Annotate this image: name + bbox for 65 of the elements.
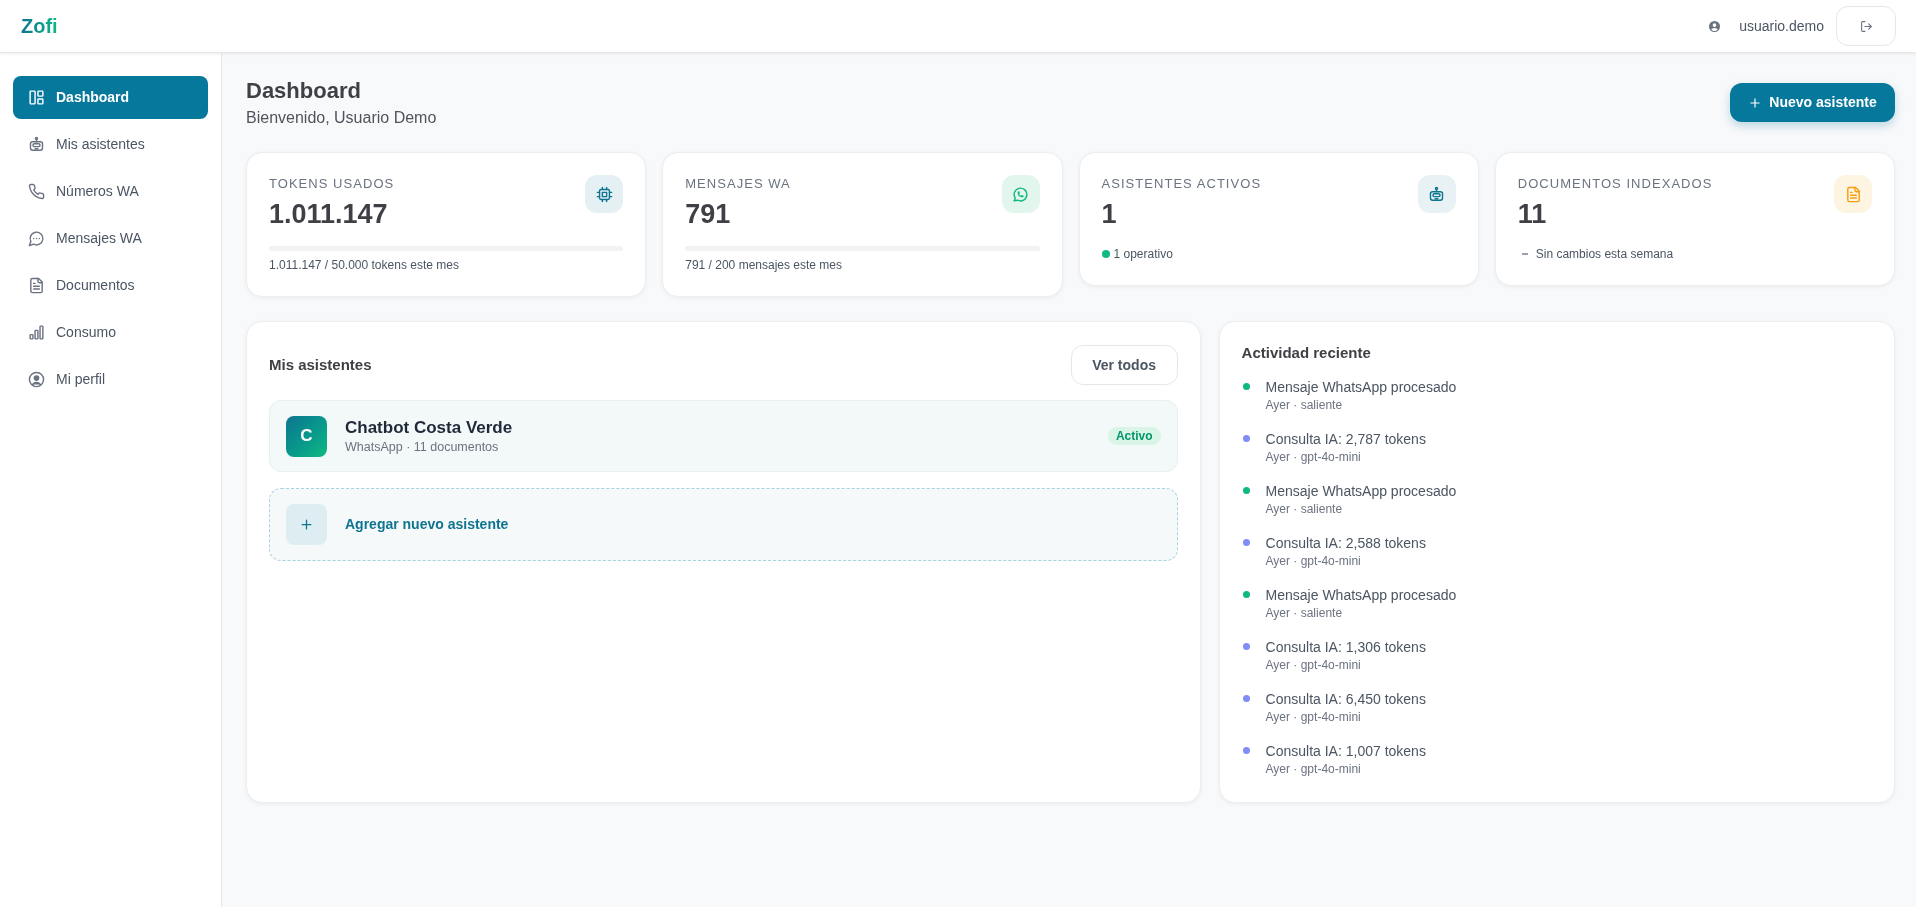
robot-icon (1417, 175, 1456, 213)
stat-label: MENSAJES WA (685, 175, 791, 193)
stat-value: 11 (1517, 198, 1547, 230)
stat-note: 791 / 200 mensajes este mes (685, 257, 843, 273)
assistant-meta: WhatsApp · 11 documentos (345, 438, 499, 456)
stat-note: 1.011.147 / 50.000 tokens este mes (269, 257, 460, 273)
activity-title: Consulta IA: 6,450 tokens (1265, 690, 1426, 708)
activity-meta: Ayer · gpt-4o-mini (1265, 761, 1361, 777)
stat-value: 1.011.147 (269, 198, 388, 230)
chat-phone-icon (1001, 175, 1040, 213)
chat-bubble-icon (28, 230, 45, 247)
activity-title: Consulta IA: 1,007 tokens (1265, 742, 1426, 760)
plus-icon (1748, 95, 1763, 110)
panel-title: Mis asistentes (269, 355, 372, 375)
chip-icon (585, 175, 624, 213)
stat-value: 1 (1101, 198, 1117, 230)
bar-chart-icon (28, 324, 45, 341)
assistant-card[interactable]: C Chatbot Costa Verde WhatsApp · 11 documentos Activo (269, 400, 1178, 472)
sidebar-item[interactable]: Mensajes WA (13, 217, 208, 260)
assistant-name: Chatbot Costa Verde (345, 416, 513, 439)
stat-label: ASISTENTES ACTIVOS (1101, 175, 1262, 193)
plus-icon (286, 504, 327, 545)
avatar: C (286, 415, 327, 457)
activity-title: Consulta IA: 1,306 tokens (1265, 638, 1426, 656)
stat-label: DOCUMENTOS INDEXADOS (1517, 175, 1713, 193)
activity-title: Consulta IA: 2,588 tokens (1265, 534, 1426, 552)
stat-label: TOKENS USADOS (269, 175, 395, 193)
sidebar-item[interactable]: Números WA (13, 170, 208, 213)
stat-note: 1 operativo (1113, 246, 1173, 262)
dash-icon (1521, 253, 1528, 255)
username: usuario.demo (1739, 17, 1824, 35)
user-icon (1709, 20, 1721, 32)
document-icon (28, 277, 45, 294)
layout-icon (28, 89, 45, 106)
activity-title: Mensaje WhatsApp procesado (1265, 482, 1457, 500)
activity-meta: Ayer · gpt-4o-mini (1265, 449, 1361, 465)
activity-meta: Ayer · saliente (1265, 501, 1343, 517)
sidebar-item[interactable]: Mis asistentes (13, 123, 208, 166)
add-assistant-button[interactable]: Agregar nuevo asistente (269, 488, 1178, 561)
activity-title: Mensaje WhatsApp procesado (1265, 586, 1457, 604)
activity-meta: Ayer · saliente (1265, 397, 1343, 413)
sidebar-item[interactable]: Consumo (13, 311, 208, 354)
sidebar-item[interactable]: Dashboard (13, 76, 208, 119)
panel-title: Actividad reciente (1241, 343, 1372, 363)
logout-icon (1859, 19, 1873, 33)
logout-button[interactable] (1836, 6, 1896, 46)
robot-icon (28, 136, 45, 153)
activity-title: Consulta IA: 2,787 tokens (1265, 430, 1426, 448)
sidebar-item[interactable]: Mi perfil (13, 358, 208, 401)
new-assistant-button[interactable]: Nuevo asistente (1730, 83, 1895, 122)
activity-title: Mensaje WhatsApp procesado (1265, 378, 1457, 396)
document-icon (1834, 175, 1872, 213)
page-title: Dashboard (246, 77, 361, 105)
activity-meta: Ayer · saliente (1265, 605, 1343, 621)
user-circle-icon (28, 371, 45, 388)
view-all-button[interactable]: Ver todos (1070, 345, 1178, 385)
activity-meta: Ayer · gpt-4o-mini (1265, 657, 1361, 673)
stat-note: Sin cambios esta semana (1535, 246, 1674, 262)
status-badge: Activo (1107, 427, 1161, 445)
activity-meta: Ayer · gpt-4o-mini (1265, 553, 1361, 569)
phone-icon (28, 183, 45, 200)
sidebar-item[interactable]: Documentos (13, 264, 208, 307)
page-subtitle: Bienvenido, Usuario Demo (246, 108, 437, 128)
stat-value: 791 (685, 198, 731, 230)
activity-meta: Ayer · gpt-4o-mini (1265, 709, 1361, 725)
